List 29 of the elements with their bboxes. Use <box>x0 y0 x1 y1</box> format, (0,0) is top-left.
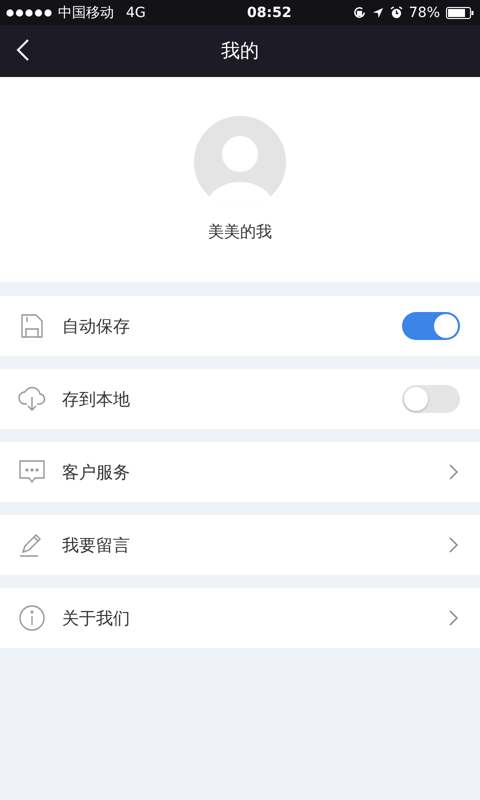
toggle-switch[interactable] <box>402 385 460 413</box>
cloud-download-icon <box>18 386 46 412</box>
settings-row[interactable]: 客户服务 <box>0 442 480 502</box>
settings-row[interactable]: 存到本地 <box>0 369 480 429</box>
clock-time: 08:52 <box>247 4 292 20</box>
chat-bubble-icon <box>18 459 46 485</box>
toggle-switch[interactable] <box>402 312 460 340</box>
chevron-right-icon <box>449 537 458 553</box>
info-icon <box>19 605 45 631</box>
row-label: 关于我们 <box>62 608 131 630</box>
row-label: 我要留言 <box>62 534 131 556</box>
rotation-lock-icon <box>352 6 366 19</box>
network-type: 4G <box>126 4 146 20</box>
battery-percent: 78% <box>408 4 440 20</box>
row-label: 存到本地 <box>62 388 131 410</box>
carrier-name: 中国移动 <box>58 4 114 22</box>
signal-icon <box>6 8 52 16</box>
settings-row[interactable]: 关于我们 <box>0 588 480 648</box>
battery-icon <box>446 6 474 18</box>
chevron-right-icon <box>449 610 458 626</box>
alarm-clock-icon <box>390 6 403 19</box>
row-label: 客户服务 <box>62 462 131 484</box>
settings-row[interactable]: 我要留言 <box>0 515 480 575</box>
row-label: 自动保存 <box>62 316 131 338</box>
chevron-right-icon <box>449 464 458 480</box>
settings-row[interactable]: 自动保存 <box>0 296 480 356</box>
user-name: 美美的我 <box>208 222 272 243</box>
location-arrow-icon <box>372 6 384 18</box>
page-title: 我的 <box>221 39 259 64</box>
